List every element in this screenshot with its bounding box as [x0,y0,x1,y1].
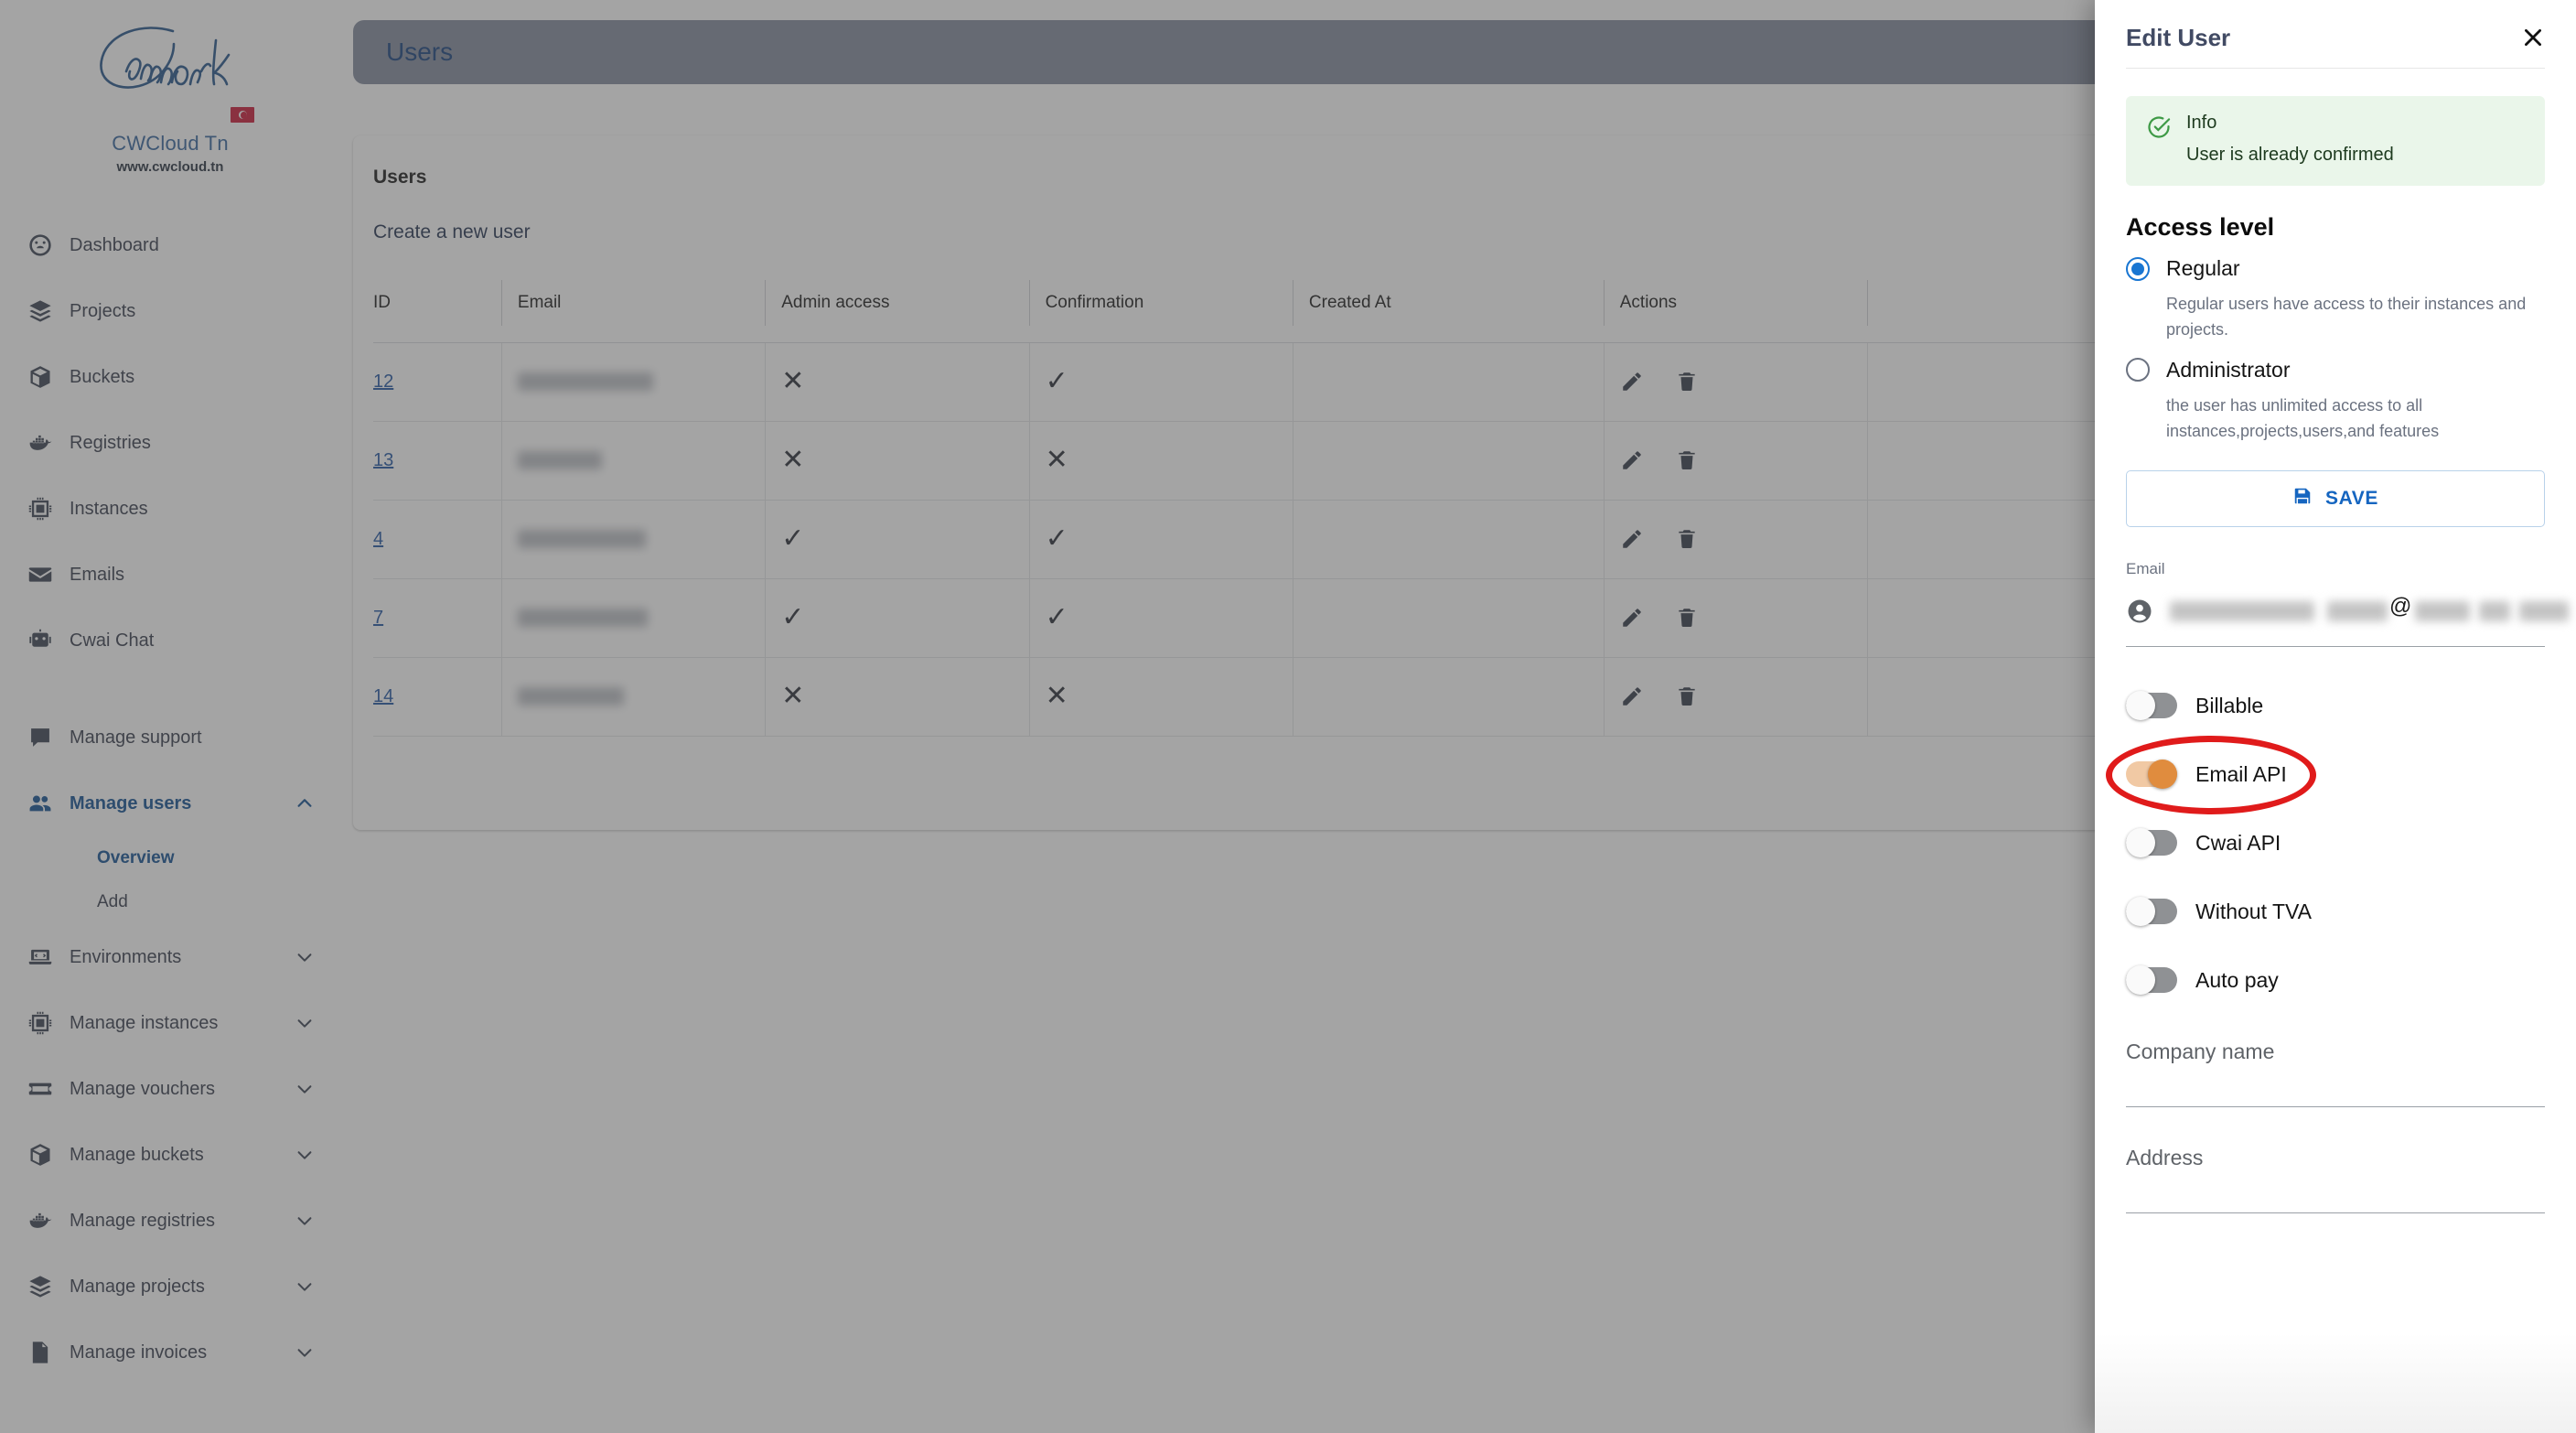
toggle-row-auto-pay[interactable]: Auto pay [2126,960,2545,1001]
drawer-divider [2126,68,2545,69]
edit-user-drawer: Edit User Info User is already confirmed… [2095,0,2576,1433]
toggle-without-tva[interactable] [2126,897,2177,927]
toggle-auto-pay[interactable] [2126,965,2177,996]
toggle-cwai-api[interactable] [2126,828,2177,858]
at-symbol: @ [2389,593,2412,619]
email-field-label: Email [2126,559,2165,577]
feature-toggles: Billable Email API Cwai API Without TVA [2106,685,2545,1001]
toggle-billable-label: Billable [2195,693,2264,717]
toggle-row-without-tva[interactable]: Without TVA [2126,891,2545,932]
radio-regular-description: Regular users have access to their insta… [2166,295,2527,339]
radio-regular[interactable] [2126,256,2150,281]
toggle-email-api[interactable] [2126,760,2177,790]
app-root: CWCloud Tn www.cwcloud.tn Dashboard Proj… [0,0,2576,1433]
toggle-email-api-label: Email API [2195,761,2287,786]
save-button[interactable]: SAVE [2126,469,2545,527]
toggle-cwai-api-label: Cwai API [2195,830,2281,855]
alert-title: Info [2186,113,2217,133]
account-circle-icon [2126,598,2153,625]
save-button-label: SAVE [2324,487,2379,509]
radio-administrator-label: Administrator [2166,357,2291,382]
email-field[interactable]: @ [2126,591,2569,631]
email-value-redacted: @ [2170,594,2569,623]
toggle-auto-pay-label: Auto pay [2195,967,2279,992]
info-alert: Info User is already confirmed [2126,96,2545,186]
company-name-label: Company name [2126,1039,2275,1063]
access-level-option-regular[interactable]: Regular [2126,256,2545,281]
company-name-field[interactable]: Company name [2126,1040,2545,1107]
company-name-underline [2126,1105,2545,1107]
close-icon[interactable] [2521,26,2545,49]
radio-administrator[interactable] [2126,358,2150,382]
access-level-heading: Access level [2126,213,2275,241]
toggle-without-tva-label: Without TVA [2195,899,2312,923]
address-underline [2126,1212,2545,1213]
save-disk-icon [2292,486,2313,512]
toggle-billable[interactable] [2126,691,2177,721]
drawer-header: Edit User [2126,0,2545,68]
access-level-option-administrator[interactable]: Administrator [2126,358,2545,382]
address-label: Address [2126,1145,2204,1169]
radio-regular-label: Regular [2166,256,2240,280]
toggle-row-billable[interactable]: Billable [2126,685,2545,727]
check-circle-icon [2146,114,2172,145]
drawer-title: Edit User [2126,23,2231,51]
alert-message: User is already confirmed [2186,145,2394,165]
toggle-row-email-api[interactable]: Email API [2106,735,2545,814]
toggle-row-cwai-api[interactable]: Cwai API [2126,823,2545,864]
email-field-underline [2126,645,2545,647]
radio-administrator-description: the user has unlimited access to all ins… [2166,395,2440,440]
address-field[interactable]: Address [2126,1146,2545,1213]
